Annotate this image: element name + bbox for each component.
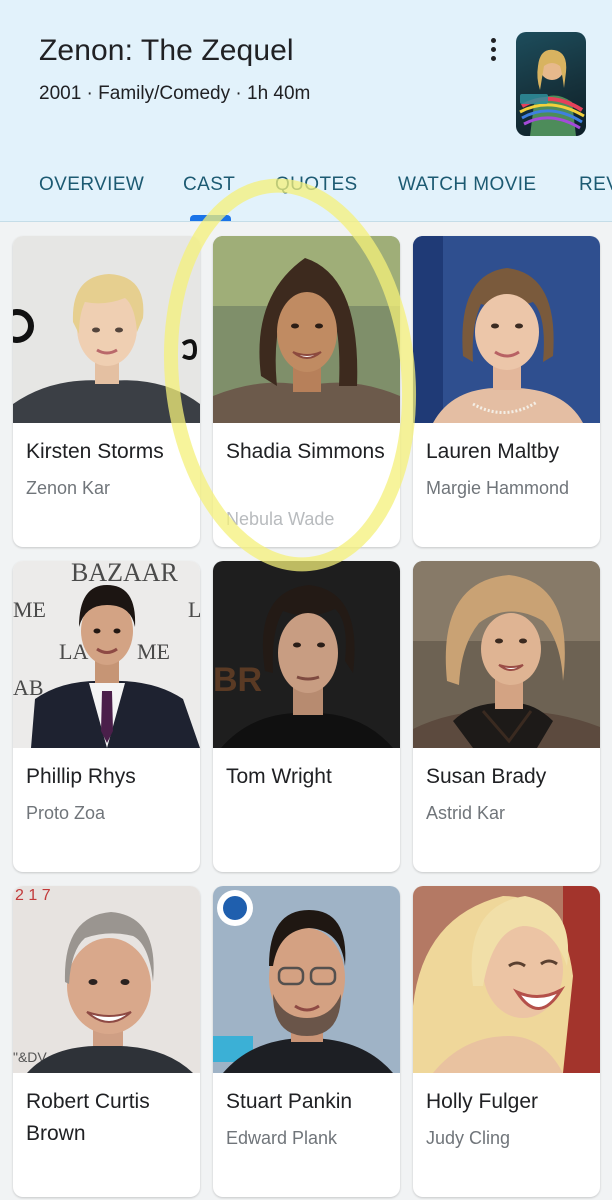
- cast-photo: BR: [213, 561, 400, 748]
- tab-overview[interactable]: OVERVIEW: [39, 174, 144, 196]
- section-tabs: OVERVIEW CAST QUOTES WATCH MOVIE REV: [0, 172, 612, 222]
- svg-text:ME: ME: [137, 639, 170, 664]
- cast-photo: [213, 236, 400, 423]
- cast-photo: [413, 886, 600, 1073]
- svg-text:BR: BR: [213, 661, 262, 699]
- cast-grid: Kirsten Storms Zenon Kar Shadia Simmons: [13, 236, 600, 1197]
- actor-name: Kirsten Storms: [26, 440, 164, 463]
- actor-name: Holly Fulger: [426, 1090, 539, 1113]
- svg-text:ME: ME: [13, 597, 46, 622]
- movie-meta: 2001 · Family/Comedy · 1h 40m: [39, 83, 311, 104]
- character-name: Judy Cling: [426, 1128, 511, 1148]
- cast-photo: BAZAAR ME L LA ME AB: [13, 561, 200, 748]
- cast-card[interactable]: Holly Fulger Judy Cling: [413, 886, 600, 1197]
- character-name: Margie Hammond: [426, 478, 570, 498]
- cast-card[interactable]: BR Tom Wright: [213, 561, 400, 872]
- cast-card[interactable]: Shadia Simmons Nebula Wade: [213, 236, 400, 547]
- cast-photo: 2 1 7 "&DV: [13, 886, 200, 1073]
- cast-card[interactable]: Lauren Maltby Margie Hammond: [413, 236, 600, 547]
- movie-title: Zenon: The Zequel: [39, 34, 294, 67]
- actor-name: Susan Brady: [426, 765, 547, 788]
- cast-card[interactable]: 2 1 7 "&DV Robert Curtis Brown: [13, 886, 200, 1197]
- more-vert-icon: [490, 37, 496, 43]
- actor-name: Stuart Pankin: [226, 1090, 353, 1113]
- svg-text:BAZAAR: BAZAAR: [71, 561, 179, 587]
- tab-quotes[interactable]: QUOTES: [275, 174, 358, 196]
- cast-photo: [213, 886, 400, 1073]
- more-options-button[interactable]: [480, 34, 506, 64]
- actor-name: Lauren Maltby: [426, 440, 560, 463]
- active-tab-indicator: [190, 215, 231, 221]
- character-name: Zenon Kar: [26, 478, 111, 498]
- character-name: Edward Plank: [226, 1128, 338, 1148]
- actor-name: Shadia Simmons: [226, 440, 385, 463]
- svg-text:L: L: [188, 597, 200, 622]
- knowledge-panel-page: Zenon: The Zequel 2001 · Family/Comedy ·…: [0, 0, 612, 1200]
- cast-photo: [13, 236, 200, 423]
- actor-name: Phillip Rhys: [26, 765, 136, 788]
- actor-name: Robert Curtis Brown: [26, 1090, 150, 1145]
- cast-card[interactable]: Kirsten Storms Zenon Kar: [13, 236, 200, 547]
- movie-poster-image[interactable]: [516, 32, 586, 136]
- cast-card[interactable]: Susan Brady Astrid Kar: [413, 561, 600, 872]
- movie-header: Zenon: The Zequel 2001 · Family/Comedy ·…: [0, 0, 612, 222]
- cast-card[interactable]: Stuart Pankin Edward Plank: [213, 886, 400, 1197]
- svg-text:2 1 7: 2 1 7: [15, 887, 51, 904]
- cast-photo: [413, 236, 600, 423]
- character-name: Astrid Kar: [426, 803, 506, 823]
- cast-card[interactable]: BAZAAR ME L LA ME AB Phillip Rhys Proto …: [13, 561, 200, 872]
- actor-name: Tom Wright: [226, 765, 332, 788]
- tab-cast[interactable]: CAST: [183, 174, 235, 196]
- character-name: Proto Zoa: [26, 803, 106, 823]
- character-name: Nebula Wade: [226, 509, 335, 529]
- tab-reviews[interactable]: REV: [579, 174, 612, 196]
- cast-photo: [413, 561, 600, 748]
- tab-watch-movie[interactable]: WATCH MOVIE: [398, 174, 536, 196]
- svg-text:AB: AB: [13, 675, 44, 700]
